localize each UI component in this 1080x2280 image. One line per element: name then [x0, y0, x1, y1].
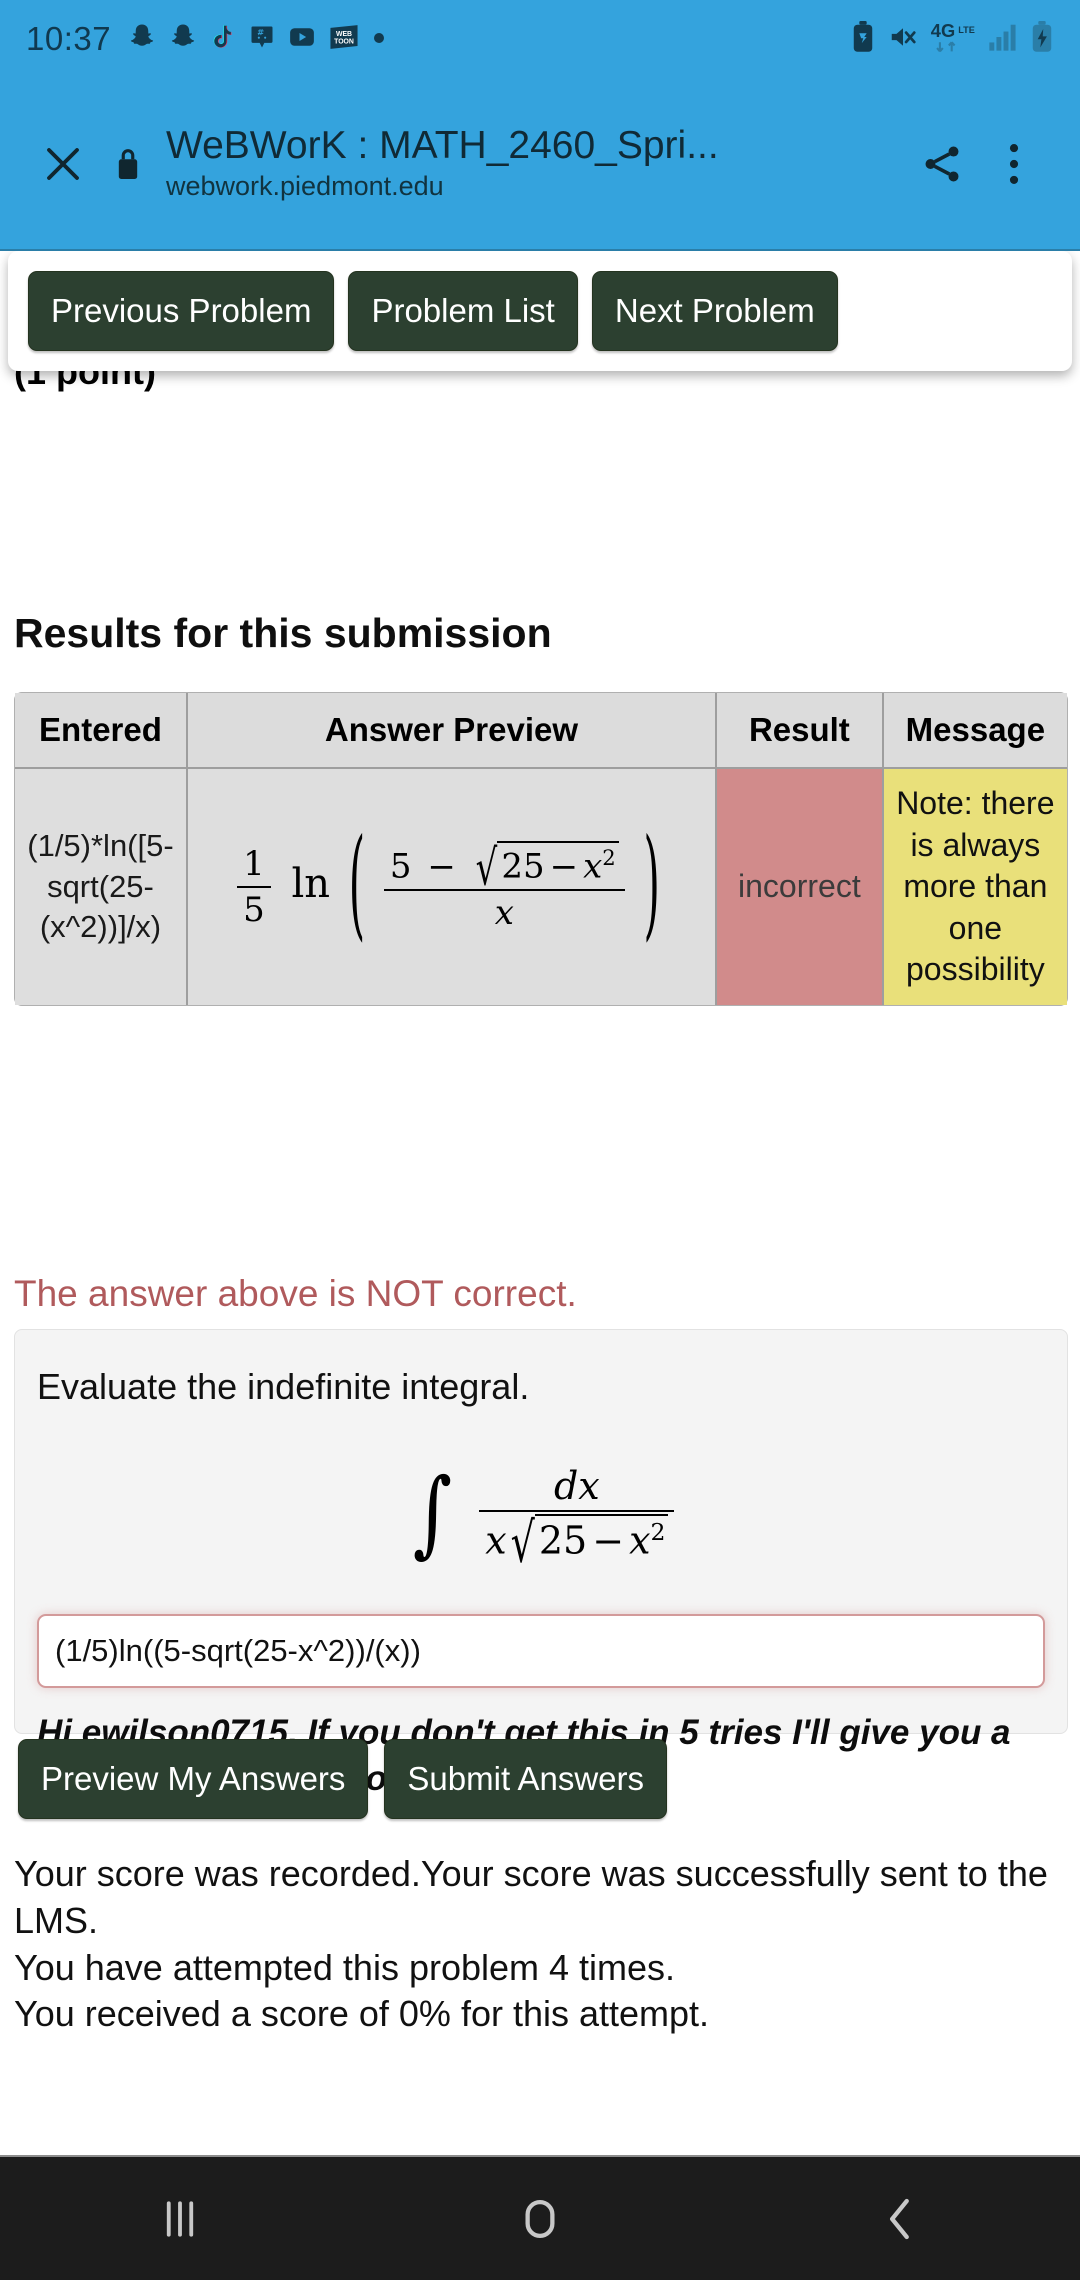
svg-text:4G: 4G	[931, 20, 955, 41]
status-bar-clock: 10:37	[26, 20, 112, 57]
page-content: (1 point) Previous Problem Problem List …	[0, 251, 1080, 2155]
integral-radicand-x: x	[629, 1518, 651, 1563]
preview-inner-numerator: 5 − √ 25− x2	[383, 839, 625, 897]
problem-navigation-bar: Previous Problem Problem List Next Probl…	[8, 251, 1072, 371]
next-problem-button[interactable]: Next Problem	[591, 271, 838, 351]
integral-dx-x: x	[578, 1464, 600, 1508]
snapchat-icon	[127, 22, 157, 57]
battery-charging-icon	[1030, 20, 1054, 58]
problem-panel: Evaluate the indefinite integral. ∫ dx x…	[14, 1329, 1068, 1798]
preview-my-answers-button[interactable]: Preview My Answers	[18, 1739, 369, 1819]
problem-list-button[interactable]: Problem List	[348, 271, 578, 351]
answer-actions: Preview My Answers Submit Answers	[18, 1739, 668, 1819]
preview-ln: ln	[291, 860, 331, 907]
preview-coef-numerator: 1	[237, 844, 271, 888]
preview-close-paren: )	[643, 812, 660, 953]
4g-lte-data-icon: 4G LTE	[930, 20, 976, 59]
close-icon[interactable]	[30, 131, 96, 197]
cell-entered: (1/5)*ln([5-sqrt(25-(x^2))]/x)	[15, 769, 188, 1005]
yikyak-icon	[248, 22, 276, 57]
mute-icon	[888, 22, 918, 57]
youtube-icon	[287, 22, 317, 57]
tiktok-icon	[209, 22, 237, 57]
svg-text:TOON: TOON	[334, 38, 354, 45]
preview-coef-denominator: 5	[243, 889, 265, 930]
preview-sqrt: √ 25− x2	[472, 839, 619, 897]
not-correct-message: The answer above is NOT correct.	[14, 1273, 577, 1314]
screen: 10:37 WEB TOON 4G LTE WeBWorK: MATH_246…	[0, 0, 1080, 2280]
integral-numerator: dx	[479, 1464, 675, 1512]
column-header-message: Message	[883, 693, 1067, 769]
integral-expression: ∫ dx x √ 25− x2	[15, 1464, 1067, 1574]
integral-symbol: ∫	[412, 1458, 452, 1568]
integral-math: ∫ dx x √ 25− x2	[408, 1464, 675, 1574]
cell-message: Note: there is always more than one poss…	[883, 769, 1067, 1005]
integral-den-x: x	[485, 1518, 507, 1563]
integral-denominator: x √ 25− x2	[479, 1510, 674, 1574]
android-navigation-bar	[0, 2155, 1080, 2280]
score-line-2: You have attempted this problem 4 times.	[14, 1946, 676, 1988]
webtoon-icon: WEB TOON	[328, 22, 360, 57]
browser-toolbar: WeBWorK : MATH_2460_Spri... webwork.pied…	[0, 78, 1080, 251]
preview-open-paren: (	[348, 812, 366, 953]
integral-radicand-25: 25	[538, 1518, 588, 1563]
results-table: Entered Answer Preview Result Message (1…	[14, 692, 1068, 1006]
page-url: webwork.piedmont.edu	[166, 170, 444, 201]
integral-radicand-exp: 2	[650, 1518, 666, 1546]
preview-five: 5	[389, 846, 412, 887]
integral-radicand-minus: −	[592, 1518, 625, 1563]
preview-inner-denominator: x	[494, 892, 514, 933]
recents-icon[interactable]	[105, 2169, 255, 2269]
table-header-row: Entered Answer Preview Result Message	[15, 693, 1067, 769]
dot-icon	[371, 22, 387, 57]
share-icon[interactable]	[906, 128, 978, 200]
column-header-entered: Entered	[15, 693, 188, 769]
lock-icon	[102, 145, 154, 183]
problem-prompt: Evaluate the indefinite integral.	[37, 1366, 530, 1407]
answer-input[interactable]	[37, 1614, 1045, 1688]
preview-radicand-exp: 2	[602, 845, 616, 871]
previous-problem-button[interactable]: Previous Problem	[28, 271, 335, 351]
preview-minus: −	[427, 846, 456, 887]
notification-icons: WEB TOON	[127, 22, 387, 57]
column-header-result: Result	[717, 693, 884, 769]
cell-answer-preview: 1 5 ln ( 5 − √ 25− x2 x)	[187, 769, 718, 1005]
score-line-1: Your score was recorded.Your score was s…	[14, 1853, 1048, 1941]
svg-text:WEB: WEB	[336, 31, 352, 38]
preview-radicand-x: x	[583, 846, 603, 887]
signal-bars-icon	[988, 22, 1018, 57]
score-summary: Your score was recorded.Your score was s…	[14, 1851, 1064, 2038]
page-title: WeBWorK : MATH_2460_Spri...	[166, 125, 719, 167]
integral-d: d	[553, 1464, 579, 1508]
preview-radicand-25: 25	[501, 846, 545, 887]
system-status-icons: 4G LTE	[850, 20, 1054, 59]
more-vertical-icon[interactable]	[978, 128, 1050, 200]
integral-sqrt: √ 25− x2	[507, 1510, 669, 1574]
home-icon[interactable]	[465, 2169, 615, 2269]
cell-result: incorrect	[717, 769, 884, 1005]
submit-answers-button[interactable]: Submit Answers	[384, 1739, 668, 1819]
results-heading: Results for this submission	[14, 610, 552, 656]
table-row: (1/5)*ln([5-sqrt(25-(x^2))]/x) 1 5 ln (	[15, 769, 1067, 1005]
svg-text:LTE: LTE	[958, 25, 975, 35]
column-header-answer-preview: Answer Preview	[187, 693, 718, 769]
score-line-3: You received a score of 0% for this atte…	[14, 1993, 710, 2035]
answer-preview-math: 1 5 ln ( 5 − √ 25− x2 x)	[237, 813, 666, 952]
snapchat-icon	[168, 22, 198, 57]
back-icon[interactable]	[825, 2169, 975, 2269]
address-block[interactable]: WeBWorK : MATH_2460_Spri... webwork.pied…	[166, 125, 906, 201]
preview-radicand-minus: −	[549, 846, 579, 887]
battery-saver-icon	[850, 20, 876, 58]
status-bar: 10:37 WEB TOON 4G LTE	[0, 0, 1080, 78]
